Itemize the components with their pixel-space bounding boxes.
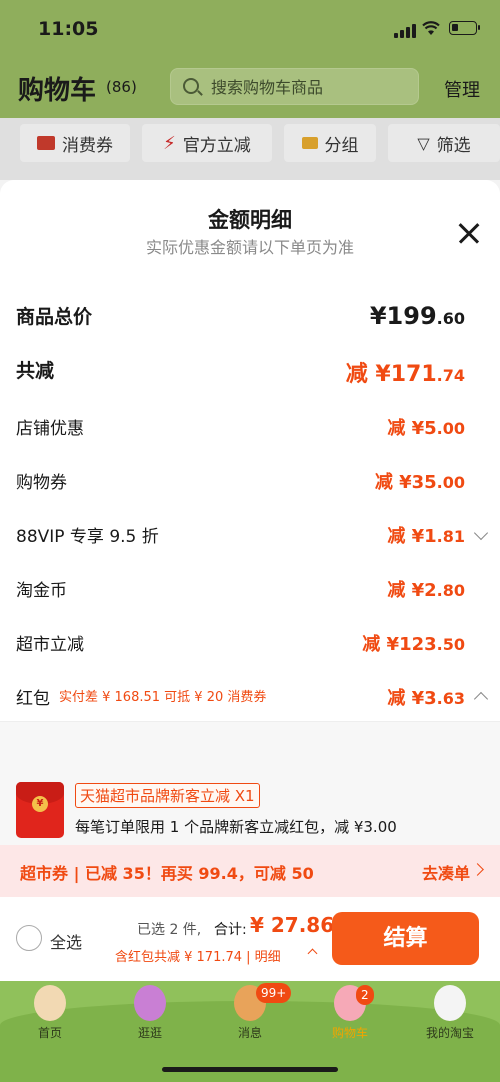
select-all-label[interactable]: 全选 [50, 929, 82, 953]
chevron-right-icon [471, 863, 484, 876]
sheet-title: 金额明细 [208, 208, 292, 232]
filter-label: 筛选 [436, 135, 471, 156]
row-label: 购物券 [16, 473, 67, 493]
filter-group[interactable]: 分组 [284, 124, 376, 162]
close-icon[interactable] [458, 222, 480, 244]
tab-cart[interactable]: 2 购物车 [300, 981, 400, 1051]
row-label: 店铺优惠 [16, 419, 84, 439]
chevron-down-icon[interactable] [473, 525, 489, 541]
total-label: 合计: [214, 922, 247, 938]
wifi-icon [422, 21, 440, 35]
coupon-text: 超市券 | 已减 35！再买 99.4，可减 50 [20, 864, 314, 883]
tab-messages[interactable]: 99+ 消息 [200, 981, 300, 1051]
row-88vip[interactable]: 88VIP 专享 9.5 折 减 ¥1.81 [0, 522, 500, 562]
row-shopping-coupon: 购物券 减 ¥35.00 [0, 468, 500, 508]
row-label: 淘金币 [16, 581, 67, 601]
home-indicator[interactable] [162, 1067, 338, 1072]
manage-button[interactable]: 管理 [444, 76, 480, 102]
folder-icon [301, 137, 318, 149]
selected-count: 已选 2 件, [137, 922, 202, 938]
battery-icon [449, 21, 480, 35]
messages-badge: 99+ [256, 983, 292, 1003]
red-envelope-icon: ¥ [16, 782, 64, 838]
row-value: 减 ¥1.81 [387, 526, 465, 547]
my-taobao-avatar-icon [434, 985, 466, 1021]
filter-screen[interactable]: ▽ 筛选 [388, 124, 500, 162]
row-value: 减 ¥171.74 [345, 362, 465, 387]
select-all-radio[interactable] [16, 925, 42, 951]
row-hongbao[interactable]: 红包 实付差 ¥ 168.51 可抵 ¥ 20 消费券 减 ¥3.63 [0, 684, 500, 724]
filter-label: 官方立减 [182, 135, 251, 156]
row-value: 减 ¥123.50 [362, 634, 465, 655]
chevron-up-icon[interactable] [307, 948, 318, 959]
checkout-bar: 全选 已选 2 件, 合计: ¥ 27.86 含红包共减 ¥ 171.74 | … [0, 897, 500, 981]
row-label: 红包 [16, 689, 50, 709]
row-value: 减 ¥3.63 [387, 688, 465, 709]
discount-detail-link[interactable]: 含红包共减 ¥ 171.74 | 明细 [115, 946, 281, 965]
tab-label: 逛逛 [137, 1026, 162, 1040]
row-total-discount: 共减 减 ¥171.74 [0, 356, 500, 396]
tab-label: 消息 [237, 1026, 262, 1040]
lightning-icon: ⚡ [163, 132, 176, 154]
funnel-icon: ▽ [417, 133, 430, 153]
status-bar: 11:05 [0, 0, 500, 60]
chevron-up-icon[interactable] [473, 691, 489, 707]
row-label: 88VIP 专享 9.5 折 [16, 527, 159, 547]
row-label: 商品总价 [16, 306, 93, 328]
total-amount: ¥ 27.86 [250, 913, 335, 937]
search-icon [183, 78, 199, 94]
checkout-button[interactable]: 结算 [332, 912, 479, 965]
tab-browse[interactable]: 逛逛 [100, 981, 200, 1051]
row-value: 减 ¥35.00 [374, 472, 465, 493]
tab-home[interactable]: 首页 [0, 981, 100, 1051]
row-value: 减 ¥5.00 [387, 418, 465, 439]
filter-label: 分组 [324, 135, 359, 156]
search-bar[interactable] [170, 68, 419, 105]
tab-my-taobao[interactable]: 我的淘宝 [400, 981, 500, 1051]
tab-label: 购物车 [331, 1026, 368, 1040]
go-add-items-link[interactable]: 去凑单 [422, 860, 470, 884]
promo-description: 每笔订单限用 1 个品牌新客立减红包，减 ¥3.00 [75, 818, 397, 836]
row-supermarket-discount: 超市立减 减 ¥123.50 [0, 630, 500, 670]
row-value: ¥199.60 [369, 302, 465, 330]
coupon-bar[interactable]: 超市券 | 已减 35！再买 99.4，可减 50 去凑单 [0, 845, 500, 897]
browse-avatar-icon [134, 985, 166, 1021]
filter-official-discount[interactable]: ⚡ 官方立减 [142, 124, 272, 162]
status-time: 11:05 [38, 18, 99, 40]
tab-label: 我的淘宝 [425, 1026, 474, 1040]
row-total-price: 商品总价 ¥199.60 [0, 302, 500, 342]
tab-label: 首页 [37, 1026, 62, 1040]
cart-count: (86) [106, 78, 137, 96]
promo-name: 天猫超市品牌新客立减 X1 [75, 783, 260, 808]
sheet-subtitle: 实际优惠金额请以下单页为准 [145, 238, 354, 257]
row-label: 超市立减 [16, 635, 84, 655]
row-label: 共减 [16, 360, 55, 382]
cart-badge: 2 [356, 985, 374, 1005]
filter-label: 消费券 [62, 135, 113, 156]
coupon-icon [37, 136, 55, 150]
row-value: 减 ¥2.80 [387, 580, 465, 601]
home-avatar-icon [34, 985, 66, 1021]
page-title: 购物车 [18, 76, 97, 106]
row-taojinbi: 淘金币 减 ¥2.80 [0, 576, 500, 616]
signal-icon [394, 24, 416, 38]
filter-coupon[interactable]: 消费券 [20, 124, 130, 162]
search-input[interactable] [211, 75, 411, 99]
hongbao-note: 实付差 ¥ 168.51 可抵 ¥ 20 消费券 [59, 690, 267, 705]
row-shop-discount: 店铺优惠 减 ¥5.00 [0, 414, 500, 454]
